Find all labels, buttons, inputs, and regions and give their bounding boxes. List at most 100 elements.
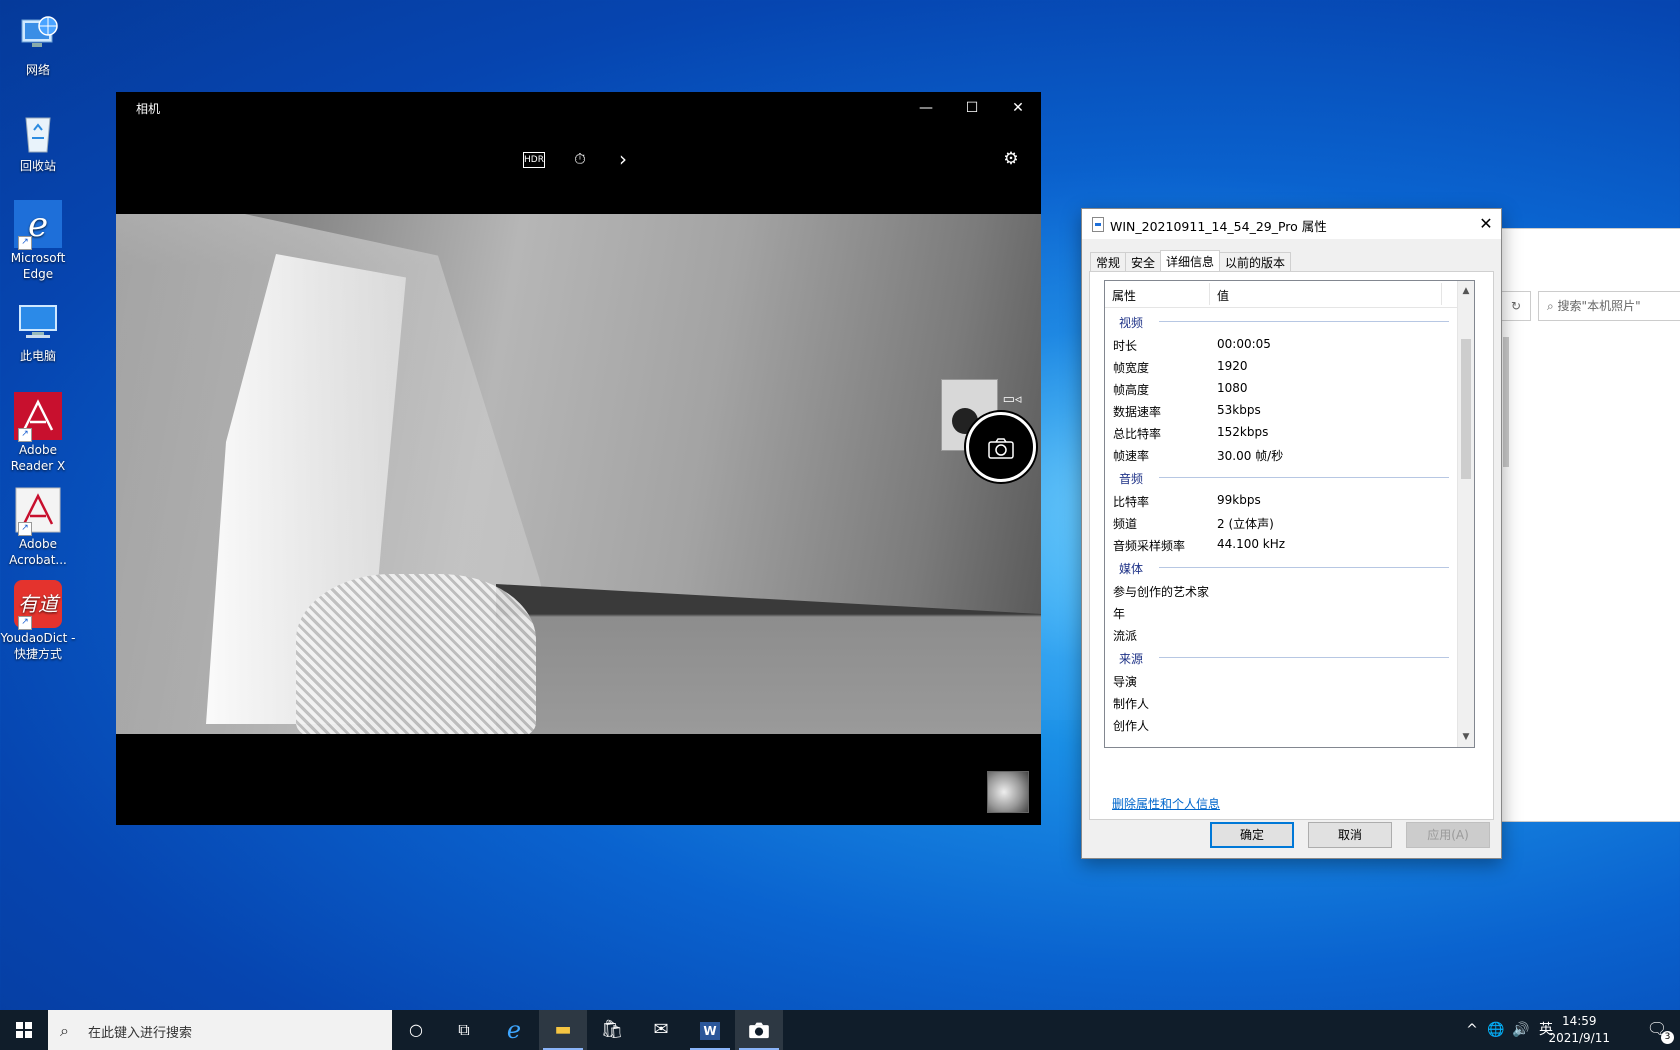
photo-shutter-button[interactable]: [966, 412, 1036, 482]
property-row[interactable]: 频道 2 (立体声): [1105, 511, 1457, 533]
hdr-toggle-icon[interactable]: HDR: [523, 152, 545, 168]
maximize-button[interactable]: ☐: [949, 92, 995, 124]
scroll-down-arrow-icon[interactable]: ▼: [1458, 729, 1474, 745]
property-value: 00:00:05: [1217, 337, 1271, 351]
group-header: 媒体: [1105, 555, 1457, 579]
desktop-icon-adobe-acrobat[interactable]: ↗ Adobe Acrobat...: [0, 478, 76, 568]
properties-dialog[interactable]: WIN_20210911_14_54_29_Pro 属性 ✕ 常规 安全 详细信息以…: [1081, 208, 1502, 859]
column-header-property[interactable]: 属性: [1112, 287, 1136, 304]
camera-window[interactable]: 相机 — ☐ ✕ HDR ⏱ › ⚙ ▭◃: [116, 92, 1041, 825]
apply-button[interactable]: 应用(A): [1406, 822, 1490, 848]
column-divider[interactable]: [1209, 283, 1210, 305]
property-row[interactable]: 总比特率 152kbps: [1105, 421, 1457, 443]
property-row[interactable]: 导演: [1105, 669, 1457, 691]
edge-taskbar-icon[interactable]: e: [490, 1010, 538, 1050]
task-view-icon[interactable]: ⧉: [440, 1010, 488, 1050]
desktop-icon-label: 网络: [25, 63, 50, 77]
desktop-icon-network[interactable]: 网络: [0, 4, 76, 78]
remove-properties-link[interactable]: 删除属性和个人信息: [1112, 795, 1220, 812]
expand-chevron-icon[interactable]: ›: [610, 146, 636, 172]
scroll-up-arrow-icon[interactable]: ▲: [1458, 283, 1474, 299]
ok-button[interactable]: 确定: [1210, 822, 1294, 848]
property-row[interactable]: 音频采样频率 44.100 kHz: [1105, 533, 1457, 555]
search-icon: ⌕: [60, 1021, 69, 1040]
property-row[interactable]: 帧宽度 1920: [1105, 355, 1457, 377]
show-hidden-icons-chevron[interactable]: ^: [1462, 1010, 1482, 1050]
clock-date: 2021/9/11: [1548, 1031, 1610, 1045]
property-row[interactable]: 参与创作的艺术家: [1105, 579, 1457, 601]
network-globe-icon[interactable]: 🌐: [1485, 1010, 1507, 1050]
desktop-icon-recycle-bin[interactable]: 回收站: [0, 100, 76, 174]
clock-time: 14:59: [1561, 1014, 1597, 1028]
cortana-circle-icon[interactable]: ○: [392, 1010, 440, 1050]
property-value: 2 (立体声): [1217, 517, 1274, 531]
dialog-close-button[interactable]: ✕: [1471, 209, 1501, 239]
adobe-acrobat-icon: ↗: [14, 486, 62, 536]
tab-strip: 常规 安全 详细信息 以前的版本: [1090, 249, 1292, 275]
property-row[interactable]: 创作人: [1105, 713, 1457, 735]
search-placeholder: 搜索"本机照片": [1557, 299, 1641, 313]
edge-icon: e ↗: [14, 200, 62, 250]
mail-icon[interactable]: ✉: [637, 1010, 685, 1050]
property-row[interactable]: 数据速率 53kbps: [1105, 399, 1457, 421]
minimize-button[interactable]: —: [903, 92, 949, 124]
desktop-icon-adobe-reader[interactable]: ↗ Adobe Reader X: [0, 384, 76, 474]
desktop-icon-edge[interactable]: e ↗ Microsoft Edge: [0, 192, 76, 282]
property-row[interactable]: 比特率 99kbps: [1105, 489, 1457, 511]
property-value: 1920: [1217, 359, 1248, 373]
desktop-icon-youdao[interactable]: 有道 ↗ YoudaoDict - 快捷方式: [0, 572, 76, 662]
shortcut-arrow-icon: ↗: [18, 236, 32, 250]
property-row[interactable]: 时长 00:00:05: [1105, 333, 1457, 355]
last-capture-thumbnail[interactable]: [987, 771, 1029, 813]
close-button[interactable]: ✕: [995, 92, 1041, 124]
cancel-button[interactable]: 取消: [1308, 822, 1392, 848]
taskbar-search-box[interactable]: ⌕ 在此键入进行搜索: [48, 1010, 392, 1050]
video-mode-icon[interactable]: ▭◃: [1000, 392, 1024, 412]
group-divider: [1159, 321, 1449, 322]
scrollbar[interactable]: [1503, 337, 1509, 467]
file-explorer-icon[interactable]: ▬: [539, 1010, 587, 1050]
word-icon[interactable]: W: [686, 1010, 734, 1050]
details-panel: 属性 值 视频 时长 00:00:05 帧宽度 1920 帧高度 1080 数据速率 53kbp…: [1089, 271, 1494, 820]
windows-logo-icon: [16, 1022, 32, 1038]
property-value: 99kbps: [1217, 493, 1261, 507]
property-name: 帧宽度: [1113, 361, 1150, 375]
taskbar-clock[interactable]: 14:59 2021/9/11: [1548, 1013, 1610, 1047]
group-header: 来源: [1105, 645, 1457, 669]
group-title: 媒体: [1119, 562, 1144, 576]
shortcut-arrow-icon: ↗: [18, 522, 32, 536]
camera-taskbar-icon[interactable]: [735, 1010, 783, 1050]
action-center-icon[interactable]: 🗨 3: [1646, 1018, 1674, 1044]
timer-icon[interactable]: ⏱: [567, 146, 593, 172]
property-row[interactable]: 帧高度 1080: [1105, 377, 1457, 399]
store-bag-icon[interactable]: 🛍: [588, 1010, 636, 1050]
file-icon: [1092, 217, 1104, 232]
youdao-icon: 有道 ↗: [14, 580, 62, 630]
details-list[interactable]: 属性 值 视频 时长 00:00:05 帧宽度 1920 帧高度 1080 数据速率 53kbp…: [1104, 280, 1475, 748]
group-divider: [1159, 567, 1449, 568]
recycle-bin-icon: [14, 108, 62, 156]
group-header: 视频: [1105, 309, 1457, 333]
column-divider[interactable]: [1441, 283, 1442, 305]
settings-gear-icon[interactable]: ⚙: [998, 146, 1024, 172]
property-name: 帧速率: [1113, 449, 1150, 463]
property-name: 制作人: [1113, 697, 1150, 711]
start-button[interactable]: [0, 1010, 48, 1050]
property-name: 参与创作的艺术家: [1113, 585, 1210, 599]
details-scrollbar[interactable]: ▲ ▼: [1457, 281, 1474, 747]
property-row[interactable]: 流派: [1105, 623, 1457, 645]
property-name: 创作人: [1113, 719, 1150, 733]
group-divider: [1159, 477, 1449, 478]
property-row[interactable]: 帧速率 30.00 帧/秒: [1105, 443, 1457, 465]
property-name: 频道: [1113, 517, 1138, 531]
property-row[interactable]: 制作人: [1105, 691, 1457, 713]
refresh-icon[interactable]: ↻: [1501, 291, 1531, 321]
column-header-value[interactable]: 值: [1217, 287, 1229, 304]
volume-icon[interactable]: 🔊: [1510, 1010, 1532, 1050]
desktop-icon-label: 回收站: [19, 159, 56, 173]
search-input[interactable]: ⌕ 搜索"本机照片": [1538, 291, 1680, 321]
desktop-icon-this-pc[interactable]: 此电脑: [0, 290, 76, 364]
property-row[interactable]: 年: [1105, 601, 1457, 623]
scroll-thumb[interactable]: [1461, 339, 1471, 479]
desktop-icon-label: Microsoft Edge: [10, 251, 66, 281]
